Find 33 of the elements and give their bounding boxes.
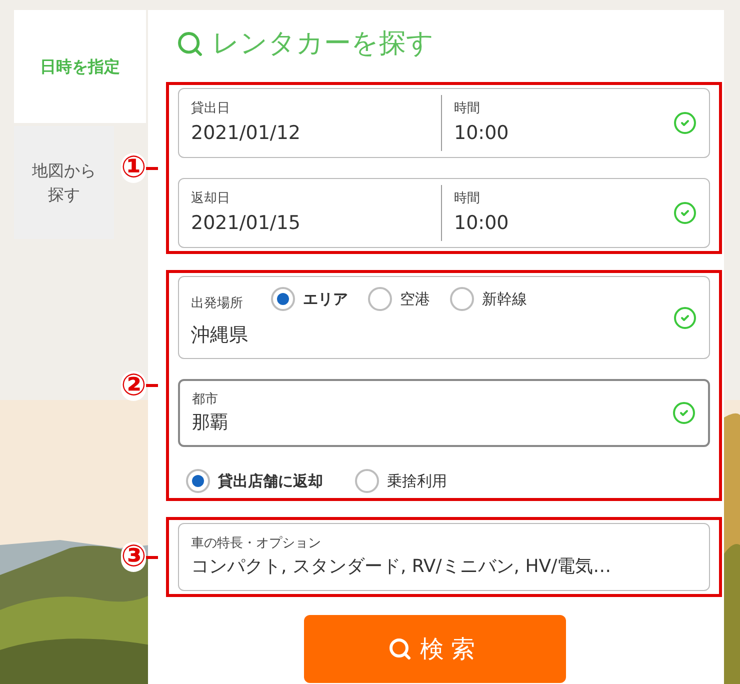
panel-title: レンタカーを探す bbox=[212, 26, 434, 61]
date-value: 2021/01/12 bbox=[191, 120, 302, 146]
field-label: 時間 bbox=[454, 190, 481, 208]
radio-label: 空港 bbox=[400, 289, 430, 310]
tab[interactable]: 地図から探す bbox=[14, 126, 114, 239]
radio-button[interactable] bbox=[186, 469, 210, 493]
field-value: コンパクト, スタンダード, RV/ミニバン, HV/電気… bbox=[191, 555, 612, 580]
date-time-field[interactable]: 貸出日 2021/01/12 時間 10:00 bbox=[178, 88, 710, 158]
search-icon bbox=[388, 637, 412, 661]
radio-label: 新幹線 bbox=[482, 289, 527, 310]
field-label: 出発場所 bbox=[191, 294, 243, 312]
radio-button[interactable] bbox=[355, 469, 379, 493]
field-value: 那覇 bbox=[192, 411, 229, 436]
field-label: 都市 bbox=[192, 390, 219, 409]
date-value: 2021/01/15 bbox=[191, 210, 302, 236]
field-value: 沖縄県 bbox=[191, 323, 249, 348]
radio-label: 乗捨利用 bbox=[387, 470, 447, 492]
time-value: 10:00 bbox=[454, 120, 510, 146]
radio-button[interactable] bbox=[368, 287, 392, 312]
place-field[interactable]: 出発場所 エリア 空港 新幹線 沖縄県 bbox=[178, 276, 710, 359]
text-field[interactable]: 車の特長・オプション コンパクト, スタンダード, RV/ミニバン, HV/電気… bbox=[178, 523, 710, 591]
text-field[interactable]: 都市 那覇 bbox=[178, 379, 710, 447]
radio-button[interactable] bbox=[450, 287, 474, 312]
field-label: 時間 bbox=[454, 100, 481, 118]
radio-label: エリア bbox=[303, 289, 348, 310]
radio-button[interactable] bbox=[271, 287, 295, 312]
field-label: 車の特長・オプション bbox=[191, 534, 322, 553]
time-value: 10:00 bbox=[454, 210, 510, 236]
field-label: 貸出日 bbox=[191, 100, 231, 118]
radio-label: 貸出店舗に返却 bbox=[218, 470, 323, 492]
search-icon bbox=[176, 30, 204, 58]
field-label: 返却日 bbox=[191, 190, 231, 208]
date-time-field[interactable]: 返却日 2021/01/15 時間 10:00 bbox=[178, 178, 710, 248]
